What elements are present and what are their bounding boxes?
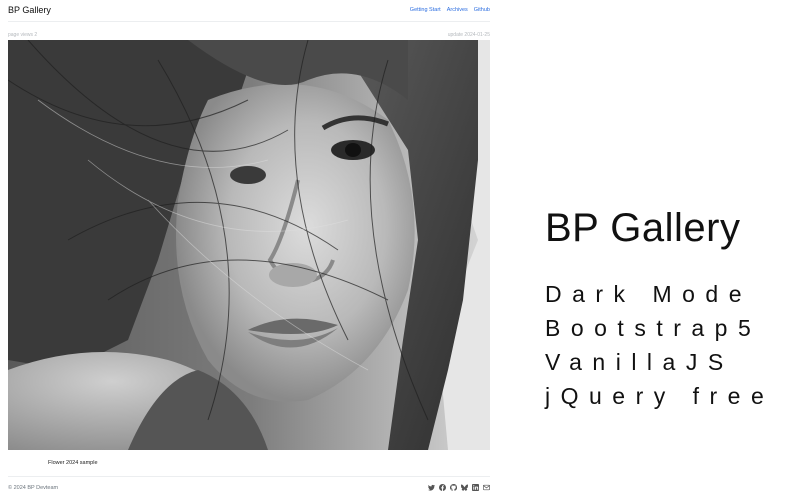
footer-divider: [8, 476, 490, 477]
mail-icon[interactable]: [483, 484, 490, 491]
copyright-text: © 2024 BP Devteam: [8, 485, 59, 491]
feature-item: VanillaJS: [545, 349, 734, 375]
nav-link-archives[interactable]: Archives: [447, 7, 468, 13]
facebook-icon[interactable]: [439, 484, 446, 491]
linkedin-icon[interactable]: [472, 484, 479, 491]
feature-item: Bootstrap5: [545, 315, 762, 341]
nav-link-getting-start[interactable]: Getting Start: [410, 7, 441, 13]
post-meta: page views 2 update 2024-01-25: [8, 31, 490, 39]
photo-caption: Flower 2024 sample: [48, 460, 98, 466]
brand-link[interactable]: BP Gallery: [8, 5, 51, 15]
promo-panel: BP Gallery Dark Mode Bootstrap5 VanillaJ…: [545, 205, 795, 413]
feature-item: Dark Mode: [545, 281, 752, 307]
social-links: [428, 484, 490, 491]
update-date: update 2024-01-25: [447, 32, 490, 38]
twitter-icon[interactable]: [428, 484, 435, 491]
gallery-photo[interactable]: [8, 40, 490, 450]
header-divider: [8, 21, 490, 22]
feature-item: jQuery free: [545, 383, 775, 409]
portrait-image: [8, 40, 490, 450]
navbar: BP Gallery Getting Start Archives Github: [8, 0, 490, 20]
github-icon[interactable]: [450, 484, 457, 491]
nav-links: Getting Start Archives Github: [410, 7, 490, 13]
promo-title: BP Gallery: [545, 206, 741, 250]
page-views: page views 2: [8, 32, 38, 38]
bluesky-icon[interactable]: [461, 484, 468, 491]
nav-link-github[interactable]: Github: [474, 7, 490, 13]
gallery-site: BP Gallery Getting Start Archives Github…: [0, 0, 498, 500]
feature-list: Dark Mode Bootstrap5 VanillaJS jQuery fr…: [545, 277, 795, 413]
